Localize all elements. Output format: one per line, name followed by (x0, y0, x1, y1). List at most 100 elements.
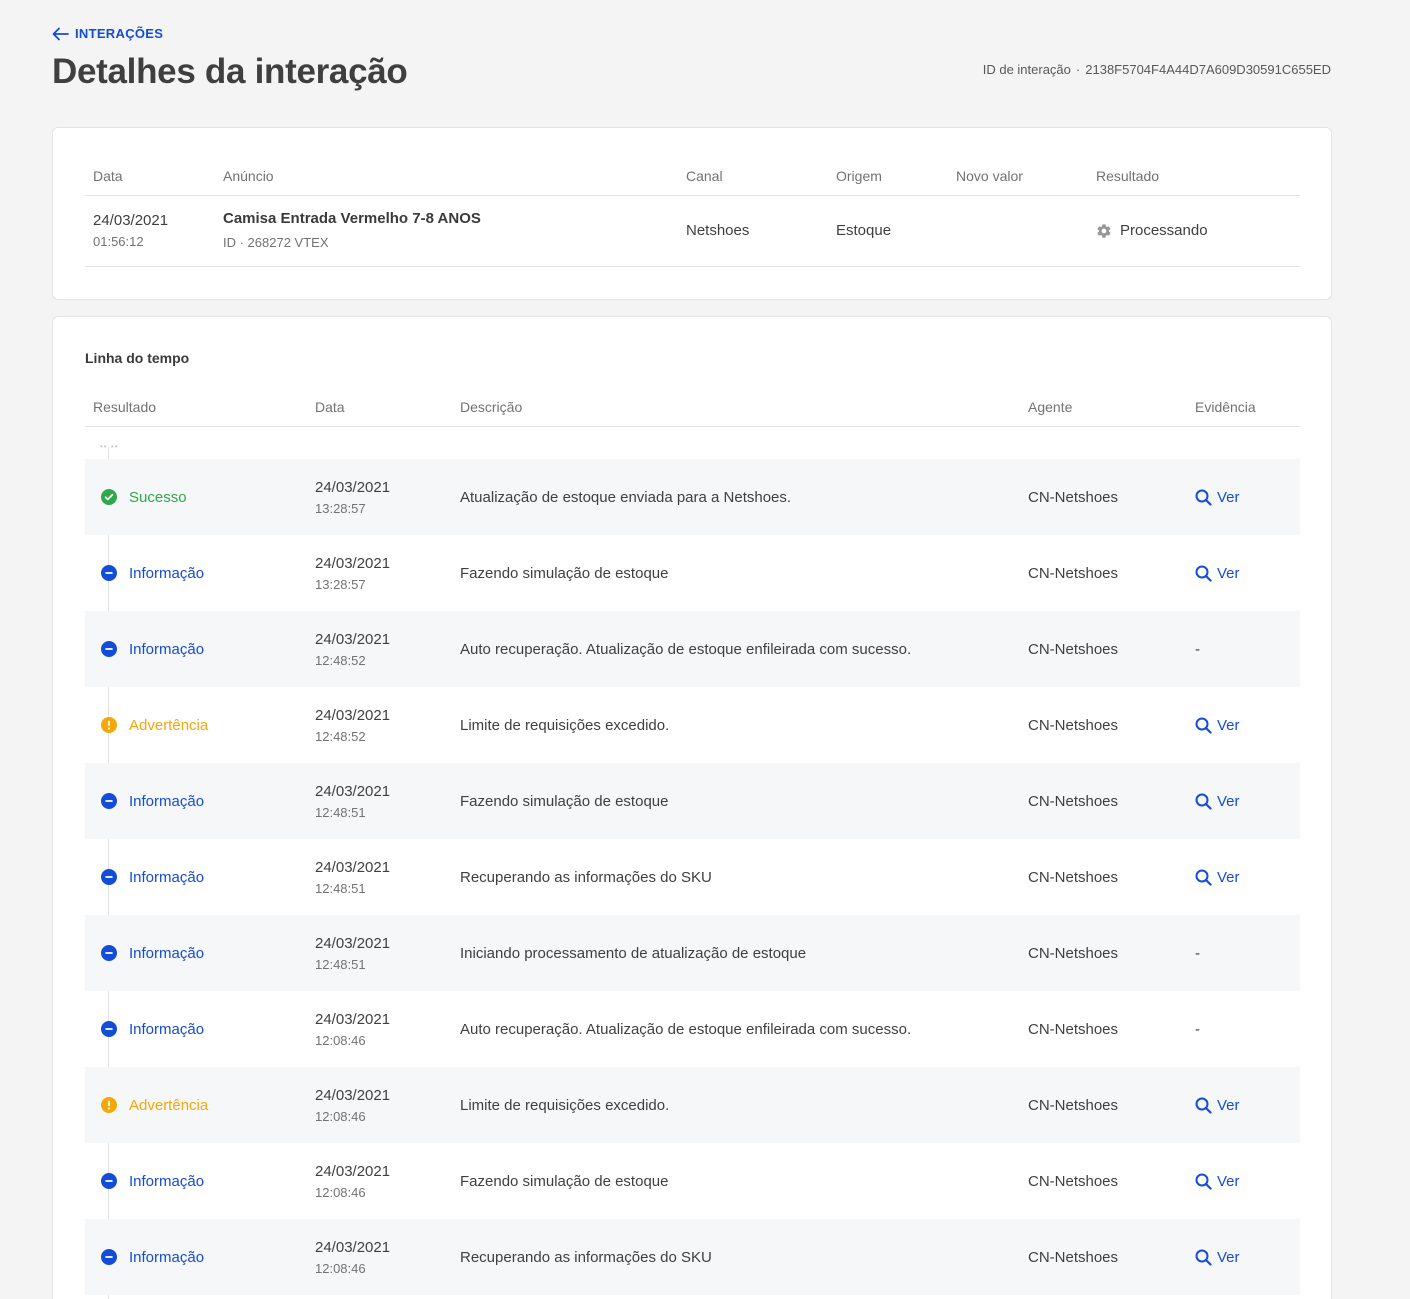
minus-circle-icon (101, 565, 117, 581)
timeline-description: Limite de requisições excedido. (460, 716, 670, 734)
view-evidence-link[interactable]: Ver (1195, 1173, 1240, 1190)
timeline-col-evidence: Evidência (1195, 399, 1256, 415)
view-evidence-label: Ver (1217, 1172, 1240, 1190)
timeline-result: Informação (101, 991, 204, 1067)
product-id: ID · 268272 VTEX (223, 235, 329, 250)
timeline-date: 24/03/2021 (315, 706, 391, 724)
timeline-row: Informação 24/03/2021 12:08:46 Recuperando … (85, 1219, 1300, 1295)
timeline-row: Informação 24/03/2021 12:48:51 Recuperando … (85, 839, 1300, 915)
check-circle-icon (101, 489, 117, 505)
timeline-date: 24/03/2021 (315, 478, 391, 496)
view-evidence-link[interactable]: Ver (1195, 565, 1240, 582)
timeline-description: Fazendo simulação de estoque (460, 1172, 669, 1190)
timeline-result-label: Informação (129, 640, 205, 658)
timeline-agent: CN-Netshoes (1028, 792, 1119, 810)
summary-date-cell: 24/03/2021 01:56:12 (93, 212, 168, 249)
search-icon (1195, 1097, 1212, 1114)
timeline-time: 12:08:46 (315, 1108, 366, 1124)
view-evidence-link[interactable]: Ver (1195, 489, 1240, 506)
timeline-result: Advertência (101, 1067, 208, 1143)
timeline-time: 12:48:52 (315, 728, 366, 744)
timeline-evidence-cell: Ver (1195, 1219, 1240, 1295)
summary-date: 24/03/2021 (93, 212, 169, 229)
timeline-evidence-cell: Ver (1195, 763, 1240, 839)
timeline-card: Linha do tempo Resultado Data Descrição … (52, 316, 1332, 1299)
timeline-evidence-cell: Ver (1195, 839, 1240, 915)
timeline-time: 12:08:46 (315, 1184, 366, 1200)
timeline-result-label: Informação (129, 792, 205, 810)
timeline-row: Advertência 24/03/2021 12:48:52 Limite de r… (85, 687, 1300, 763)
timeline-table-header: Resultado Data Descrição Agente Evidênci… (85, 393, 1300, 427)
timeline-row: Informação 24/03/2021 12:08:46 Fazendo simu… (85, 1143, 1300, 1219)
timeline-date: 24/03/2021 (315, 1162, 391, 1180)
timeline-evidence-cell: - (1195, 991, 1200, 1067)
back-to-interactions-link[interactable]: INTERAÇÕES (52, 26, 163, 41)
timeline-date: 24/03/2021 (315, 554, 391, 572)
timeline-result: Informação (101, 535, 204, 611)
timeline-result: Informação (101, 763, 204, 839)
view-evidence-label: Ver (1217, 868, 1240, 886)
search-icon (1195, 793, 1212, 810)
search-icon (1195, 489, 1212, 506)
timeline-date-cell: 24/03/2021 13:28:57 (315, 535, 390, 611)
timeline-description: Auto recuperação. Atualização de estoque… (460, 640, 912, 658)
timeline-agent: CN-Netshoes (1028, 488, 1119, 506)
view-evidence-link[interactable]: Ver (1195, 869, 1240, 886)
timeline-date: 24/03/2021 (315, 1010, 391, 1028)
timeline-date: 24/03/2021 (315, 782, 391, 800)
timeline-result: Informação (101, 1143, 204, 1219)
timeline-result: Informação (101, 611, 204, 687)
timeline-evidence-cell: Ver (1195, 1143, 1240, 1219)
summary-col-result: Resultado (1096, 168, 1160, 184)
interaction-id: ID de interação · 2138F5704F4A44D7A609D305… (983, 62, 1331, 77)
summary-ad-cell: Camisa Entrada Vermelho 7-8 ANOS ID · 26… (223, 210, 481, 250)
timeline-date-cell: 24/03/2021 12:08:46 (315, 1067, 390, 1143)
timeline-time: 12:08:46 (315, 1260, 366, 1276)
summary-result-status: Processando (1096, 222, 1208, 239)
summary-col-date: Data (93, 168, 123, 184)
view-evidence-link[interactable]: Ver (1195, 1249, 1240, 1266)
timeline-time: 13:28:57 (315, 500, 366, 516)
timeline-time: 13:28:57 (315, 576, 366, 592)
search-icon (1195, 1249, 1212, 1266)
timeline-agent: CN-Netshoes (1028, 564, 1119, 582)
minus-circle-icon (101, 1249, 117, 1265)
timeline-date: 24/03/2021 (315, 1086, 391, 1104)
timeline-evidence-cell: Ver (1195, 1067, 1240, 1143)
timeline-result-label: Informação (129, 564, 205, 582)
timeline-evidence-cell: - (1195, 915, 1200, 991)
timeline-agent: CN-Netshoes (1028, 640, 1119, 658)
search-icon (1195, 717, 1212, 734)
interaction-id-label: ID de interação (982, 62, 1071, 77)
view-evidence-link[interactable]: Ver (1195, 717, 1240, 734)
view-evidence-label: Ver (1217, 1096, 1240, 1114)
summary-channel: Netshoes (686, 222, 750, 239)
timeline-result-label: Informação (129, 868, 205, 886)
view-evidence-link[interactable]: Ver (1195, 793, 1240, 810)
timeline-date-cell: 24/03/2021 12:48:52 (315, 611, 390, 687)
timeline-agent: CN-Netshoes (1028, 1096, 1119, 1114)
timeline-evidence-cell: Ver (1195, 535, 1240, 611)
timeline-time: 12:08:46 (315, 1032, 366, 1048)
minus-circle-icon (101, 641, 117, 657)
timeline-date: 24/03/2021 (315, 934, 391, 952)
timeline-result-label: Informação (129, 1248, 205, 1266)
timeline-col-agent: Agente (1028, 399, 1073, 415)
timeline-col-date: Data (315, 399, 345, 415)
timeline-description: Fazendo simulação de estoque (460, 564, 669, 582)
timeline-date-cell: 24/03/2021 12:48:51 (315, 915, 390, 991)
timeline-result-label: Advertência (129, 1096, 209, 1114)
timeline-time: 12:48:52 (315, 652, 366, 668)
timeline-col-description: Descrição (460, 399, 523, 415)
timeline-result: Informação (101, 1219, 204, 1295)
minus-circle-icon (101, 793, 117, 809)
timeline-result-label: Informação (129, 1020, 205, 1038)
timeline-result: Sucesso (101, 459, 187, 535)
timeline-result-label: Advertência (129, 716, 209, 734)
product-name: Camisa Entrada Vermelho 7-8 ANOS (223, 210, 481, 227)
timeline-date-cell: 24/03/2021 12:08:46 (315, 991, 390, 1067)
timeline-evidence-cell: - (1195, 611, 1200, 687)
no-evidence: - (1195, 640, 1200, 658)
timeline-agent: CN-Netshoes (1028, 944, 1119, 962)
view-evidence-link[interactable]: Ver (1195, 1097, 1240, 1114)
